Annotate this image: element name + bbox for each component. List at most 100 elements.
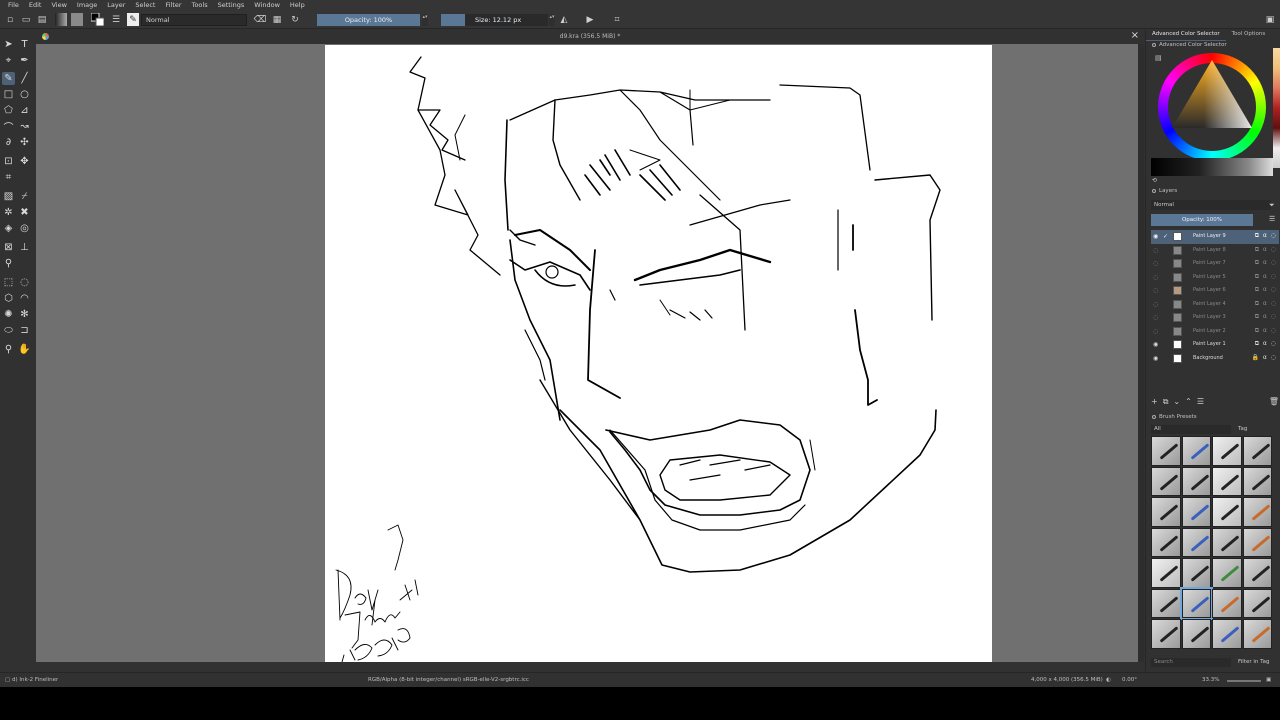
layer-row[interactable]: ◉ Paint Layer 1 ⧉ α ◌ bbox=[1151, 338, 1279, 352]
open-document-icon[interactable]: ▭ bbox=[20, 13, 32, 26]
visibility-eye-icon[interactable]: ◌ bbox=[1153, 247, 1158, 254]
color-picker-icon[interactable]: ⌿ bbox=[18, 190, 31, 203]
brush-preset[interactable] bbox=[1212, 527, 1242, 557]
brush-preset[interactable] bbox=[1181, 466, 1211, 496]
menu-filter[interactable]: Filter bbox=[160, 1, 186, 9]
brush-preset[interactable] bbox=[1181, 436, 1211, 466]
brush-preset[interactable] bbox=[1212, 588, 1242, 618]
rect-select-icon[interactable]: ⬚ bbox=[2, 276, 15, 289]
filter-in-tag-checkbox[interactable]: Filter in Tag bbox=[1238, 659, 1269, 665]
visibility-eye-icon[interactable]: ◉ bbox=[1153, 233, 1158, 240]
gradient-tool-icon[interactable]: ▨ bbox=[2, 190, 15, 203]
layer-flags-icon[interactable]: ⧉ α ◌ bbox=[1255, 259, 1277, 267]
layer-properties-icon[interactable]: ☰ bbox=[1197, 397, 1204, 409]
layer-check-icon[interactable]: ✓ bbox=[1163, 233, 1168, 240]
enclose-fill-icon[interactable]: ◎ bbox=[18, 222, 31, 235]
delete-layer-icon[interactable]: 🗑 bbox=[1269, 397, 1279, 409]
polygon-tool-icon[interactable]: ⬠ bbox=[2, 104, 15, 117]
freehand-brush-icon[interactable]: ✎ bbox=[2, 72, 15, 85]
layer-row[interactable]: ◌ Paint Layer 4 ⧉ α ◌ bbox=[1151, 298, 1279, 312]
drawing-canvas[interactable] bbox=[325, 45, 992, 662]
brush-preset[interactable] bbox=[1212, 619, 1242, 649]
multibrush-icon[interactable]: ✣ bbox=[18, 136, 31, 149]
assistant-tool-icon[interactable]: ⊠ bbox=[2, 241, 15, 254]
brush-preset[interactable] bbox=[1212, 436, 1242, 466]
reference-images-icon[interactable]: ⚲ bbox=[2, 257, 15, 270]
fill-tool-icon[interactable]: ◈ bbox=[2, 222, 15, 235]
brush-filter-select[interactable]: All bbox=[1151, 425, 1231, 434]
brush-preset-active[interactable] bbox=[1179, 586, 1213, 620]
pan-tool-icon[interactable]: ✋ bbox=[18, 343, 31, 356]
size-spin[interactable]: ▴▾ bbox=[549, 14, 555, 26]
line-tool-icon[interactable]: ╱ bbox=[18, 72, 31, 85]
layers-menu-icon[interactable]: ☰ bbox=[1269, 215, 1275, 223]
layer-row[interactable]: ◉ Background 🔒 α ◌ bbox=[1151, 352, 1279, 366]
brush-preset[interactable] bbox=[1181, 558, 1211, 588]
preserve-alpha-icon[interactable]: ▦ bbox=[271, 13, 283, 26]
close-document-icon[interactable]: × bbox=[1131, 30, 1139, 41]
layer-row[interactable]: ◌ Paint Layer 7 ⧉ α ◌ bbox=[1151, 257, 1279, 271]
contiguous-select-icon[interactable]: ✺ bbox=[2, 308, 15, 321]
visibility-eye-icon[interactable]: ◌ bbox=[1153, 314, 1158, 321]
freehand-select-icon[interactable]: ◠ bbox=[18, 292, 31, 305]
canvas-vertical-scrollbar[interactable] bbox=[1138, 44, 1144, 662]
fg-bg-color-icon[interactable] bbox=[90, 13, 104, 26]
gradient-swatch[interactable] bbox=[55, 13, 67, 26]
rotate-canvas-icon[interactable]: ◐ bbox=[1106, 677, 1111, 683]
brush-preset[interactable] bbox=[1181, 527, 1211, 557]
menu-help[interactable]: Help bbox=[285, 1, 310, 9]
mirror-vertical-icon[interactable]: ▶ bbox=[584, 13, 596, 26]
canvas-area[interactable]: d9.kra (356.5 MiB) * × bbox=[36, 30, 1144, 662]
brush-preset[interactable] bbox=[1212, 466, 1242, 496]
color-reset-icon[interactable]: ⟲ bbox=[1152, 177, 1157, 184]
brush-preset[interactable] bbox=[1151, 497, 1181, 527]
ellipse-tool-icon[interactable]: ○ bbox=[18, 88, 31, 101]
menu-select[interactable]: Select bbox=[130, 1, 160, 9]
bezier-tool-icon[interactable]: ⌒ bbox=[2, 120, 15, 134]
color-history-strip[interactable] bbox=[1273, 48, 1280, 168]
brush-preset[interactable] bbox=[1242, 466, 1272, 496]
layer-flags-icon[interactable]: ⧉ α ◌ bbox=[1255, 300, 1277, 308]
brush-tag-button[interactable]: Tag bbox=[1238, 426, 1247, 432]
menu-image[interactable]: Image bbox=[72, 1, 102, 9]
layer-row[interactable]: ◌ Paint Layer 5 ⧉ α ◌ bbox=[1151, 271, 1279, 285]
edit-shapes-icon[interactable]: ⌖ bbox=[2, 54, 15, 67]
brush-preset[interactable] bbox=[1151, 588, 1181, 618]
dynamic-brush-icon[interactable]: ∂ bbox=[2, 136, 15, 149]
brush-preset[interactable] bbox=[1242, 588, 1272, 618]
ellipse-select-icon[interactable]: ◌ bbox=[18, 276, 31, 289]
color-triangle[interactable] bbox=[1172, 60, 1252, 128]
layer-flags-icon[interactable]: ⧉ α ◌ bbox=[1255, 286, 1277, 294]
brush-settings-icon[interactable]: ☰ bbox=[110, 13, 122, 26]
eraser-mode-icon[interactable]: ⌫ bbox=[254, 13, 267, 26]
zoom-slider[interactable] bbox=[1227, 680, 1261, 682]
duplicate-layer-icon[interactable]: ⧉ bbox=[1163, 397, 1169, 409]
magnetic-select-icon[interactable]: ⊐ bbox=[18, 324, 31, 337]
rectangle-tool-icon[interactable]: □ bbox=[2, 88, 15, 101]
layer-row[interactable]: ◌ Paint Layer 2 ⧉ α ◌ bbox=[1151, 325, 1279, 339]
layer-flags-icon[interactable]: ⧉ α ◌ bbox=[1255, 327, 1277, 335]
calligraphy-icon[interactable]: ✒ bbox=[18, 54, 31, 67]
visibility-eye-icon[interactable]: ◌ bbox=[1153, 301, 1158, 308]
layer-row[interactable]: ◌ Paint Layer 3 ⧉ α ◌ bbox=[1151, 311, 1279, 325]
polygon-select-icon[interactable]: ⬡ bbox=[2, 292, 15, 305]
polyline-tool-icon[interactable]: ⊿ bbox=[18, 104, 31, 117]
brush-preset[interactable] bbox=[1151, 466, 1181, 496]
brush-preset[interactable] bbox=[1242, 436, 1272, 466]
brush-preset[interactable] bbox=[1242, 527, 1272, 557]
freehand-path-icon[interactable]: ↝ bbox=[18, 120, 31, 133]
mirror-horizontal-icon[interactable]: ◭ bbox=[558, 13, 570, 26]
reload-preset-icon[interactable]: ↻ bbox=[289, 13, 301, 26]
layer-flags-icon[interactable]: ⧉ α ◌ bbox=[1255, 340, 1277, 348]
brush-preset[interactable] bbox=[1242, 619, 1272, 649]
select-shapes-icon[interactable]: ➤ bbox=[2, 38, 15, 51]
status-color-space[interactable]: RGB/Alpha (8-bit integer/channel) sRGB-e… bbox=[368, 677, 529, 683]
menu-tools[interactable]: Tools bbox=[187, 1, 213, 9]
brush-preset[interactable] bbox=[1151, 436, 1181, 466]
brush-preset[interactable] bbox=[1181, 619, 1211, 649]
pattern-swatch[interactable] bbox=[71, 13, 83, 26]
layer-flags-icon[interactable]: ⧉ α ◌ bbox=[1255, 273, 1277, 281]
brush-preset[interactable] bbox=[1212, 558, 1242, 588]
value-slider[interactable] bbox=[1151, 158, 1273, 176]
measure-tool-icon[interactable]: ⊥ bbox=[18, 241, 31, 254]
